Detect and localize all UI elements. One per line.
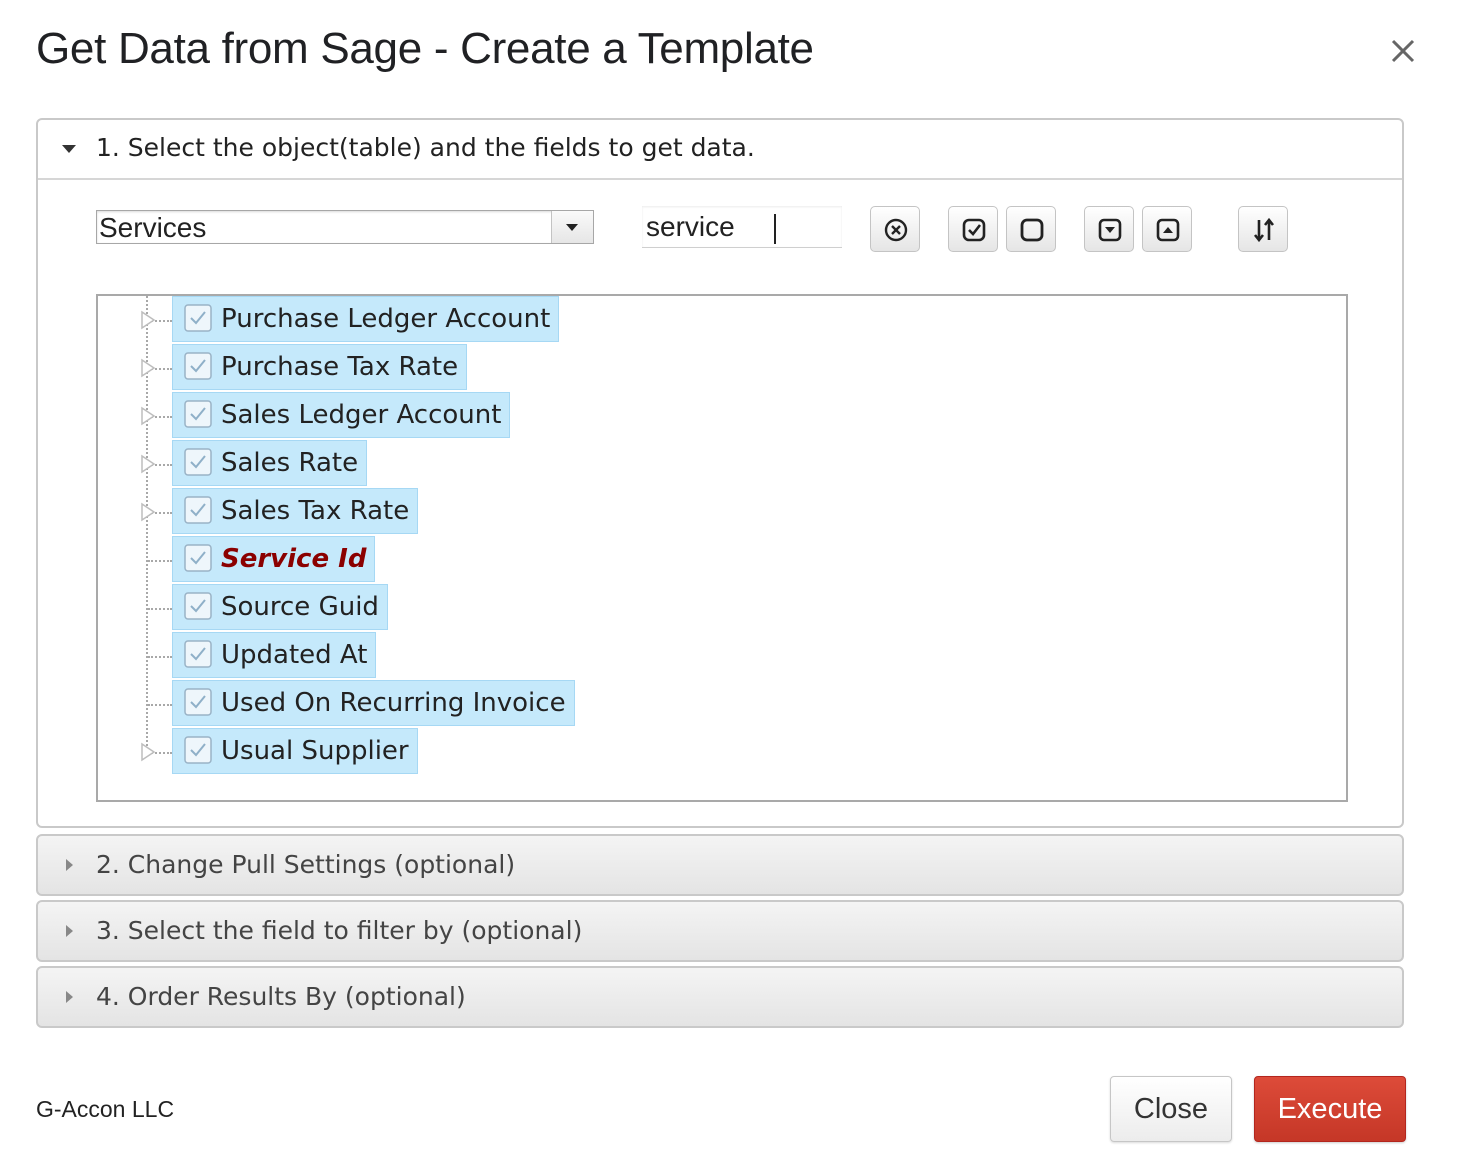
expand-arrow-icon[interactable] (140, 502, 156, 522)
tree-node-key-field[interactable]: Service Id (172, 536, 376, 582)
object-select-value: Services (99, 212, 207, 243)
tree-node-label: Updated At (221, 640, 368, 670)
tree-node[interactable]: Used On Recurring Invoice (172, 680, 575, 726)
tree-row: Used On Recurring Invoice (98, 680, 1346, 728)
deselect-all-button[interactable] (1006, 206, 1056, 252)
tree-row: Usual Supplier (98, 728, 1346, 776)
clear-search-button[interactable] (870, 206, 920, 252)
close-icon[interactable] (1384, 32, 1422, 70)
expand-arrow-icon[interactable] (140, 358, 156, 378)
tree-node[interactable]: Sales Ledger Account (172, 392, 511, 438)
tree-row: Updated At (98, 632, 1346, 680)
clear-search-icon (884, 218, 908, 242)
text-caret (774, 214, 776, 244)
select-all-icon (962, 218, 986, 242)
tree-node-label: Service Id (221, 544, 367, 574)
checkbox-checked-icon[interactable] (183, 447, 213, 477)
checkbox-checked-icon[interactable] (183, 735, 213, 765)
expand-arrow-icon[interactable] (140, 454, 156, 474)
tree-node-label: Sales Rate (221, 448, 359, 478)
dialog-title: Get Data from Sage - Create a Template (36, 24, 814, 73)
checkbox-checked-icon[interactable] (183, 351, 213, 381)
sort-button[interactable] (1238, 206, 1288, 252)
field-tree[interactable]: Purchase Ledger Account Purchase Tax Rat… (96, 294, 1348, 802)
section-2-label: 2. Change Pull Settings (optional) (96, 850, 516, 879)
dropdown-arrow-icon[interactable] (551, 211, 593, 243)
expand-triangle-icon (66, 925, 73, 937)
section-1-header[interactable]: 1. Select the object(table) and the fiel… (38, 120, 1402, 180)
collapse-triangle-icon (62, 145, 76, 153)
expand-arrow-icon[interactable] (140, 406, 156, 426)
section-filter[interactable]: 3. Select the field to filter by (option… (36, 900, 1404, 962)
tree-node[interactable]: Sales Tax Rate (172, 488, 419, 534)
checkbox-checked-icon[interactable] (183, 495, 213, 525)
expand-arrow-icon[interactable] (140, 742, 156, 762)
tree-node[interactable]: Usual Supplier (172, 728, 418, 774)
object-select[interactable]: Services (96, 210, 594, 244)
expand-all-button[interactable] (1084, 206, 1134, 252)
close-button[interactable]: Close (1110, 1076, 1232, 1142)
expand-triangle-icon (66, 859, 73, 871)
tree-row: Service Id (98, 536, 1346, 584)
tree-row: Source Guid (98, 584, 1346, 632)
field-search-input[interactable] (642, 206, 842, 248)
select-all-button[interactable] (948, 206, 998, 252)
tree-node-label: Purchase Tax Rate (221, 352, 459, 382)
tree-row: Sales Tax Rate (98, 488, 1346, 536)
expand-triangle-icon (66, 991, 73, 1003)
brand-label: G-Accon LLC (36, 1096, 175, 1122)
execute-button[interactable]: Execute (1254, 1076, 1406, 1142)
tree-node-label: Source Guid (221, 592, 379, 622)
tree-row: Sales Ledger Account (98, 392, 1346, 440)
tree-node[interactable]: Updated At (172, 632, 377, 678)
section-order[interactable]: 4. Order Results By (optional) (36, 966, 1404, 1028)
tree-row: Sales Rate (98, 440, 1346, 488)
section-select-fields: 1. Select the object(table) and the fiel… (36, 118, 1404, 828)
checkbox-checked-icon[interactable] (183, 687, 213, 717)
section-1-label: 1. Select the object(table) and the fiel… (96, 133, 755, 162)
collapse-all-button[interactable] (1142, 206, 1192, 252)
tree-node-label: Sales Tax Rate (221, 496, 410, 526)
tree-node[interactable]: Purchase Tax Rate (172, 344, 468, 390)
tree-node[interactable]: Sales Rate (172, 440, 368, 486)
checkbox-checked-icon[interactable] (183, 639, 213, 669)
tree-node-label: Usual Supplier (221, 736, 409, 766)
tree-node-label: Purchase Ledger Account (221, 304, 551, 334)
checkbox-checked-icon[interactable] (183, 399, 213, 429)
section-pull-settings[interactable]: 2. Change Pull Settings (optional) (36, 834, 1404, 896)
checkbox-checked-icon[interactable] (183, 591, 213, 621)
expand-all-icon (1098, 218, 1122, 242)
section-4-label: 4. Order Results By (optional) (96, 982, 466, 1011)
tree-row: Purchase Ledger Account (98, 296, 1346, 344)
section-3-label: 3. Select the field to filter by (option… (96, 916, 583, 945)
checkbox-checked-icon[interactable] (183, 543, 213, 573)
checkbox-checked-icon[interactable] (183, 303, 213, 333)
tree-node[interactable]: Source Guid (172, 584, 388, 630)
deselect-all-icon (1020, 218, 1044, 242)
tree-row: Purchase Tax Rate (98, 344, 1346, 392)
tree-node[interactable]: Purchase Ledger Account (172, 296, 560, 342)
sort-icon (1253, 217, 1275, 243)
collapse-all-icon (1156, 218, 1180, 242)
expand-arrow-icon[interactable] (140, 310, 156, 330)
tree-node-label: Used On Recurring Invoice (221, 688, 566, 718)
tree-node-label: Sales Ledger Account (221, 400, 502, 430)
